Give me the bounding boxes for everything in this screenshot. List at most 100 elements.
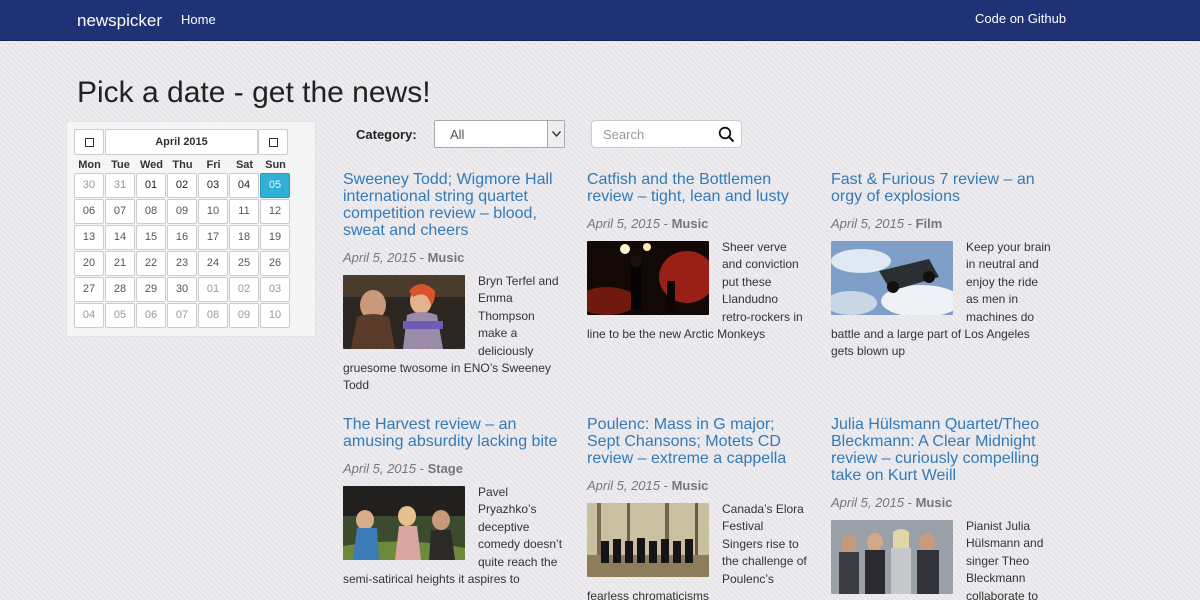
article-card: Julia Hülsmann Quartet/Theo Bleckmann: A… xyxy=(831,416,1051,600)
calendar-day[interactable]: 18 xyxy=(229,225,259,250)
weekday-header: Fri xyxy=(206,159,221,171)
category-select-value: All xyxy=(450,127,465,142)
calendar-day[interactable]: 13 xyxy=(74,225,104,250)
article-category: Stage xyxy=(427,461,463,476)
article-title-link[interactable]: The Harvest review – an amusing absurdit… xyxy=(343,416,563,450)
calendar-day[interactable]: 03 xyxy=(260,277,290,302)
calendar-day[interactable]: 26 xyxy=(260,251,290,276)
calendar-day[interactable]: 06 xyxy=(136,303,166,328)
article-meta: April 5, 2015 - Music xyxy=(343,250,563,265)
article-meta: April 5, 2015 - Music xyxy=(587,478,807,493)
calendar-day[interactable]: 10 xyxy=(260,303,290,328)
article-title-link[interactable]: Fast & Furious 7 review – an orgy of exp… xyxy=(831,171,1051,205)
month-title-button[interactable]: April 2015 xyxy=(105,129,258,155)
calendar-day[interactable]: 09 xyxy=(229,303,259,328)
article-date: April 5, 2015 xyxy=(587,478,660,493)
calendar-day[interactable]: 11 xyxy=(229,199,259,224)
calendar-day[interactable]: 30 xyxy=(74,173,104,198)
calendar-day[interactable]: 19 xyxy=(260,225,290,250)
article-date: April 5, 2015 xyxy=(343,461,416,476)
calendar-day[interactable]: 06 xyxy=(74,199,104,224)
category-label: Category: xyxy=(356,127,417,142)
article-title-link[interactable]: Catfish and the Bottlemen review – tight… xyxy=(587,171,807,205)
weekday-header: Wed xyxy=(139,159,164,171)
calendar-day[interactable]: 04 xyxy=(74,303,104,328)
calendar-day[interactable]: 02 xyxy=(229,277,259,302)
article-meta: April 5, 2015 - Music xyxy=(587,216,807,231)
calendar-day[interactable]: 07 xyxy=(105,199,135,224)
calendar-day[interactable]: 04 xyxy=(229,173,259,198)
calendar-grid: Mon Tue Wed Thu Fri Sat Sun 30 31 01 02 03 04 05 06 07 0… xyxy=(74,158,291,329)
article-date: April 5, 2015 xyxy=(587,216,660,231)
article-thumbnail[interactable] xyxy=(343,275,465,349)
article-card: Sweeney Todd; Wigmore Hall international… xyxy=(343,171,563,395)
calendar-day[interactable]: 01 xyxy=(136,173,166,198)
calendar-day[interactable]: 08 xyxy=(198,303,228,328)
prev-month-button[interactable] xyxy=(74,129,104,155)
top-navbar: newspicker Home Code on Github xyxy=(0,0,1200,41)
article-card: Fast & Furious 7 review – an orgy of exp… xyxy=(831,171,1051,361)
calendar-day[interactable]: 14 xyxy=(105,225,135,250)
search-input[interactable] xyxy=(592,121,712,147)
article-summary: Pianist Julia Hülsmann and singer Theo B… xyxy=(966,519,1044,600)
article-meta: April 5, 2015 - Stage xyxy=(343,461,563,476)
calendar-day[interactable]: 17 xyxy=(198,225,228,250)
calendar-day[interactable]: 01 xyxy=(198,277,228,302)
nav-home-link[interactable]: Home xyxy=(181,12,216,27)
search-icon[interactable] xyxy=(718,126,735,143)
weekday-header: Sun xyxy=(265,159,286,171)
meta-separator: - xyxy=(904,495,916,510)
article-title-link[interactable]: Poulenc: Mass in G major; Sept Chansons;… xyxy=(587,416,807,467)
meta-separator: - xyxy=(904,216,916,231)
calendar-day[interactable]: 20 xyxy=(74,251,104,276)
nav-github-link[interactable]: Code on Github xyxy=(975,11,1066,26)
square-icon xyxy=(268,137,278,147)
calendar-day[interactable]: 08 xyxy=(136,199,166,224)
article-card: Poulenc: Mass in G major; Sept Chansons;… xyxy=(587,416,807,600)
article-date: April 5, 2015 xyxy=(343,250,416,265)
brand-logo[interactable]: newspicker xyxy=(77,11,162,31)
weekday-header: Mon xyxy=(78,159,101,171)
calendar-day[interactable]: 27 xyxy=(74,277,104,302)
meta-separator: - xyxy=(416,250,428,265)
article-date: April 5, 2015 xyxy=(831,495,904,510)
article-meta: April 5, 2015 - Music xyxy=(831,495,1051,510)
weekday-header: Tue xyxy=(111,159,130,171)
search-box xyxy=(591,120,742,148)
category-select[interactable]: All xyxy=(434,120,565,148)
calendar-day[interactable]: 21 xyxy=(105,251,135,276)
calendar-day[interactable]: 28 xyxy=(105,277,135,302)
calendar-day[interactable]: 09 xyxy=(167,199,197,224)
article-thumbnail[interactable] xyxy=(831,520,953,594)
calendar-day[interactable]: 22 xyxy=(136,251,166,276)
calendar-day-selected[interactable]: 05 xyxy=(260,173,290,198)
square-icon xyxy=(84,137,94,147)
calendar-day[interactable]: 10 xyxy=(198,199,228,224)
calendar-day[interactable]: 03 xyxy=(198,173,228,198)
calendar-day[interactable]: 15 xyxy=(136,225,166,250)
calendar-day[interactable]: 02 xyxy=(167,173,197,198)
article-card: The Harvest review – an amusing absurdit… xyxy=(343,416,563,588)
article-category: Music xyxy=(671,216,709,231)
date-picker: April 2015 Mon Tue Wed Thu Fri Sat Sun 30 31 01 02… xyxy=(66,121,316,337)
article-thumbnail[interactable] xyxy=(587,241,709,315)
weekday-header: Sat xyxy=(235,159,254,171)
article-title-link[interactable]: Julia Hülsmann Quartet/Theo Bleckmann: A… xyxy=(831,416,1051,484)
article-thumbnail[interactable] xyxy=(587,503,709,577)
next-month-button[interactable] xyxy=(258,129,288,155)
calendar-day[interactable]: 25 xyxy=(229,251,259,276)
article-title-link[interactable]: Sweeney Todd; Wigmore Hall international… xyxy=(343,171,563,239)
calendar-day[interactable]: 05 xyxy=(105,303,135,328)
article-thumbnail[interactable] xyxy=(343,486,465,560)
article-meta: April 5, 2015 - Film xyxy=(831,216,1051,231)
calendar-day[interactable]: 29 xyxy=(136,277,166,302)
calendar-day[interactable]: 16 xyxy=(167,225,197,250)
calendar-day[interactable]: 30 xyxy=(167,277,197,302)
article-thumbnail[interactable] xyxy=(831,241,953,315)
chevron-down-icon xyxy=(547,121,564,147)
calendar-day[interactable]: 07 xyxy=(167,303,197,328)
calendar-day[interactable]: 31 xyxy=(105,173,135,198)
calendar-day[interactable]: 12 xyxy=(260,199,290,224)
calendar-day[interactable]: 24 xyxy=(198,251,228,276)
calendar-day[interactable]: 23 xyxy=(167,251,197,276)
